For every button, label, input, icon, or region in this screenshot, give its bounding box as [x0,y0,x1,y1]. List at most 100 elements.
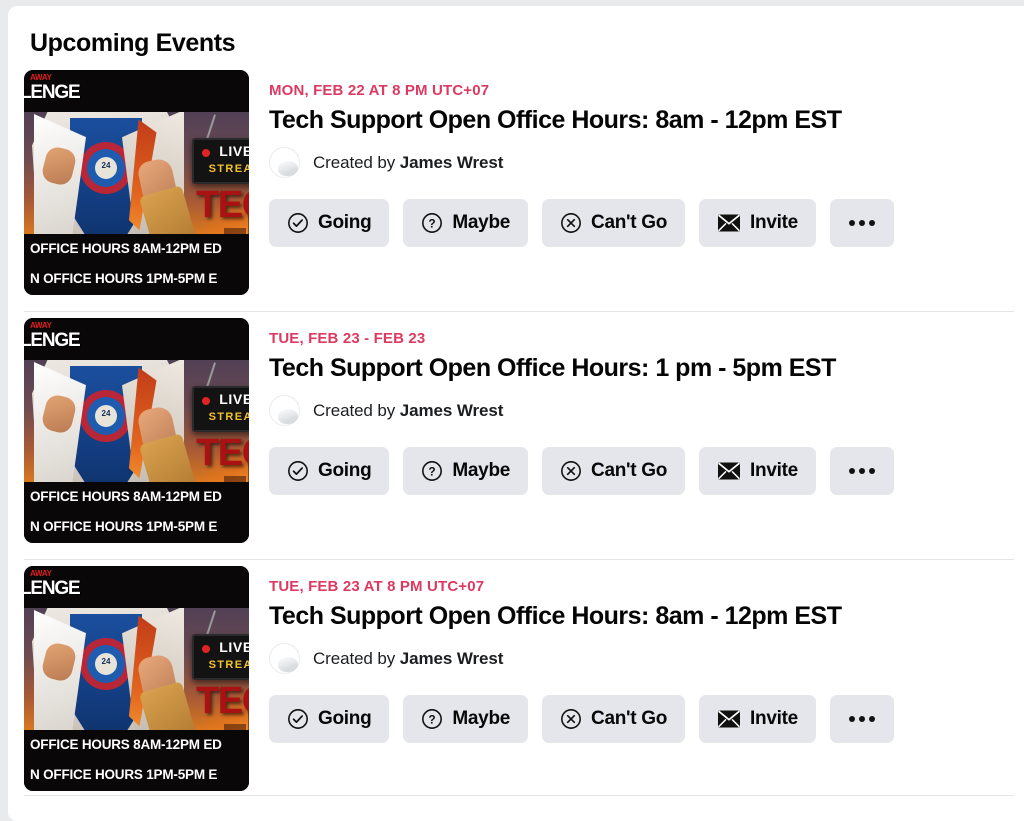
event-actions: Going ? Maybe Can't Go Invite [269,447,1024,495]
event-thumbnail[interactable]: 24 LIVE STREAM [24,318,249,543]
event-actions: Going ? Maybe Can't Go Invite [269,695,1024,743]
ellipsis-icon [848,468,875,474]
going-button[interactable]: Going [269,199,390,247]
x-circle-icon [561,461,581,481]
avatar [269,395,300,426]
event-date: TUE, FEB 23 - FEB 23 [269,330,426,347]
creator-name: James Wrest [399,648,504,668]
thumbnail-strip-2: N OFFICE HOURS 1PM-5PM E [24,758,249,791]
more-options-button[interactable] [829,447,894,495]
thumbnail-strip-1: OFFICE HOURS 8AM-12PM ED [24,482,249,510]
creator-text: Created by James Wrest [313,649,503,669]
thumbnail-artwork: 24 LIVE STREAM [24,566,249,791]
stream-label: STREAM [208,659,249,671]
stream-label: STREAM [208,411,249,423]
cant-go-button-label: Can't Go [591,212,668,233]
page-title: Upcoming Events [30,29,236,57]
maybe-button-label: Maybe [452,708,511,729]
logo-line-1: AWAY [30,73,52,82]
event-actions: Going ? Maybe Can't Go Invite [269,199,1024,247]
event-thumbnail[interactable]: 24 LIVE STREAM [24,566,249,791]
thumbnail-logo: AWAY LENGE [24,321,84,359]
invite-button-label: Invite [750,212,798,233]
more-options-button[interactable] [829,199,894,247]
x-circle-icon [561,213,581,233]
avatar [269,147,300,178]
bottom-divider [24,795,1014,796]
question-circle-icon: ? [422,213,443,233]
check-circle-icon [288,709,308,729]
creator-prefix: Created by [313,648,396,668]
hero-emblem-text: 24 [101,657,111,666]
envelope-icon [718,214,741,232]
svg-text:?: ? [429,713,436,727]
event-creator: Created by James Wrest [269,395,1024,426]
art-word-secondary: TECH SU [196,432,249,474]
cant-go-button[interactable]: Can't Go [542,447,686,495]
event-creator: Created by James Wrest [269,643,1024,674]
ellipsis-icon [848,716,875,722]
creator-name: James Wrest [399,152,504,172]
logo-line-1: AWAY [30,569,52,578]
logo-line-2: LENGE [24,330,81,351]
hero-emblem-text: 24 [101,161,111,170]
live-label: LIVE [219,143,249,159]
event-details: MON, FEB 22 AT 8 PM UTC+07 Tech Support … [249,70,1024,247]
thumbnail-logo: AWAY LENGE [24,569,84,607]
cant-go-button-label: Can't Go [591,460,668,481]
invite-button[interactable]: Invite [699,447,816,495]
creator-name: James Wrest [399,400,504,420]
event-row[interactable]: 24 LIVE STREAM [8,560,1024,807]
maybe-button[interactable]: ? Maybe [403,447,529,495]
event-row[interactable]: 24 LIVE STREAM [8,64,1024,311]
live-stream-sign: LIVE STREAM [192,634,249,680]
invite-button[interactable]: Invite [699,695,816,743]
envelope-icon [718,710,741,728]
logo-line-2: LENGE [24,82,81,103]
event-details: TUE, FEB 23 - FEB 23 Tech Support Open O… [249,318,1024,495]
event-title[interactable]: Tech Support Open Office Hours: 8am - 12… [269,105,1024,136]
going-button[interactable]: Going [269,447,390,495]
event-details: TUE, FEB 23 AT 8 PM UTC+07 Tech Support … [249,566,1024,743]
going-button[interactable]: Going [269,695,390,743]
question-circle-icon: ? [422,461,443,481]
live-stream-sign: LIVE STREAM [192,138,249,184]
art-word-secondary: TECH SU [196,680,249,722]
event-thumbnail[interactable]: 24 LIVE STREAM [24,70,249,295]
maybe-button-label: Maybe [452,460,511,481]
cant-go-button-label: Can't Go [591,708,668,729]
invite-button-label: Invite [750,460,798,481]
thumbnail-strip-1: OFFICE HOURS 8AM-12PM ED [24,234,249,262]
going-button-label: Going [318,460,372,481]
more-options-button[interactable] [829,695,894,743]
going-button-label: Going [318,212,372,233]
maybe-button-label: Maybe [452,212,511,233]
events-list: 24 LIVE STREAM [8,64,1024,807]
creator-text: Created by James Wrest [313,153,503,173]
thumbnail-artwork: 24 LIVE STREAM [24,70,249,295]
maybe-button[interactable]: ? Maybe [403,199,529,247]
creator-prefix: Created by [313,152,396,172]
event-title[interactable]: Tech Support Open Office Hours: 1 pm - 5… [269,353,1024,384]
cant-go-button[interactable]: Can't Go [542,695,686,743]
event-title[interactable]: Tech Support Open Office Hours: 8am - 12… [269,601,1024,632]
invite-button[interactable]: Invite [699,199,816,247]
sign-rope-left [206,362,216,388]
x-circle-icon [561,709,581,729]
creator-text: Created by James Wrest [313,401,503,421]
event-row[interactable]: 24 LIVE STREAM [8,312,1024,559]
page-root: Upcoming Events 24 LIVE STREA TE AWAY LE… [0,0,1024,821]
cant-go-button[interactable]: Can't Go [542,199,686,247]
creator-prefix: Created by [313,400,396,420]
upcoming-events-card: Upcoming Events 24 LIVE STREA TE AWAY LE… [8,6,1024,821]
thumbnail-strip-2: N OFFICE HOURS 1PM-5PM E [24,510,249,543]
live-label: LIVE [219,391,249,407]
event-date: TUE, FEB 23 AT 8 PM UTC+07 [269,578,485,595]
event-creator: Created by James Wrest [269,147,1024,178]
maybe-button[interactable]: ? Maybe [403,695,529,743]
svg-text:?: ? [429,217,436,231]
thumbnail-strip-2: N OFFICE HOURS 1PM-5PM E [24,262,249,295]
thumbnail-artwork: 24 LIVE STREAM [24,318,249,543]
hero-emblem-text: 24 [101,409,111,418]
ellipsis-icon [848,220,875,226]
